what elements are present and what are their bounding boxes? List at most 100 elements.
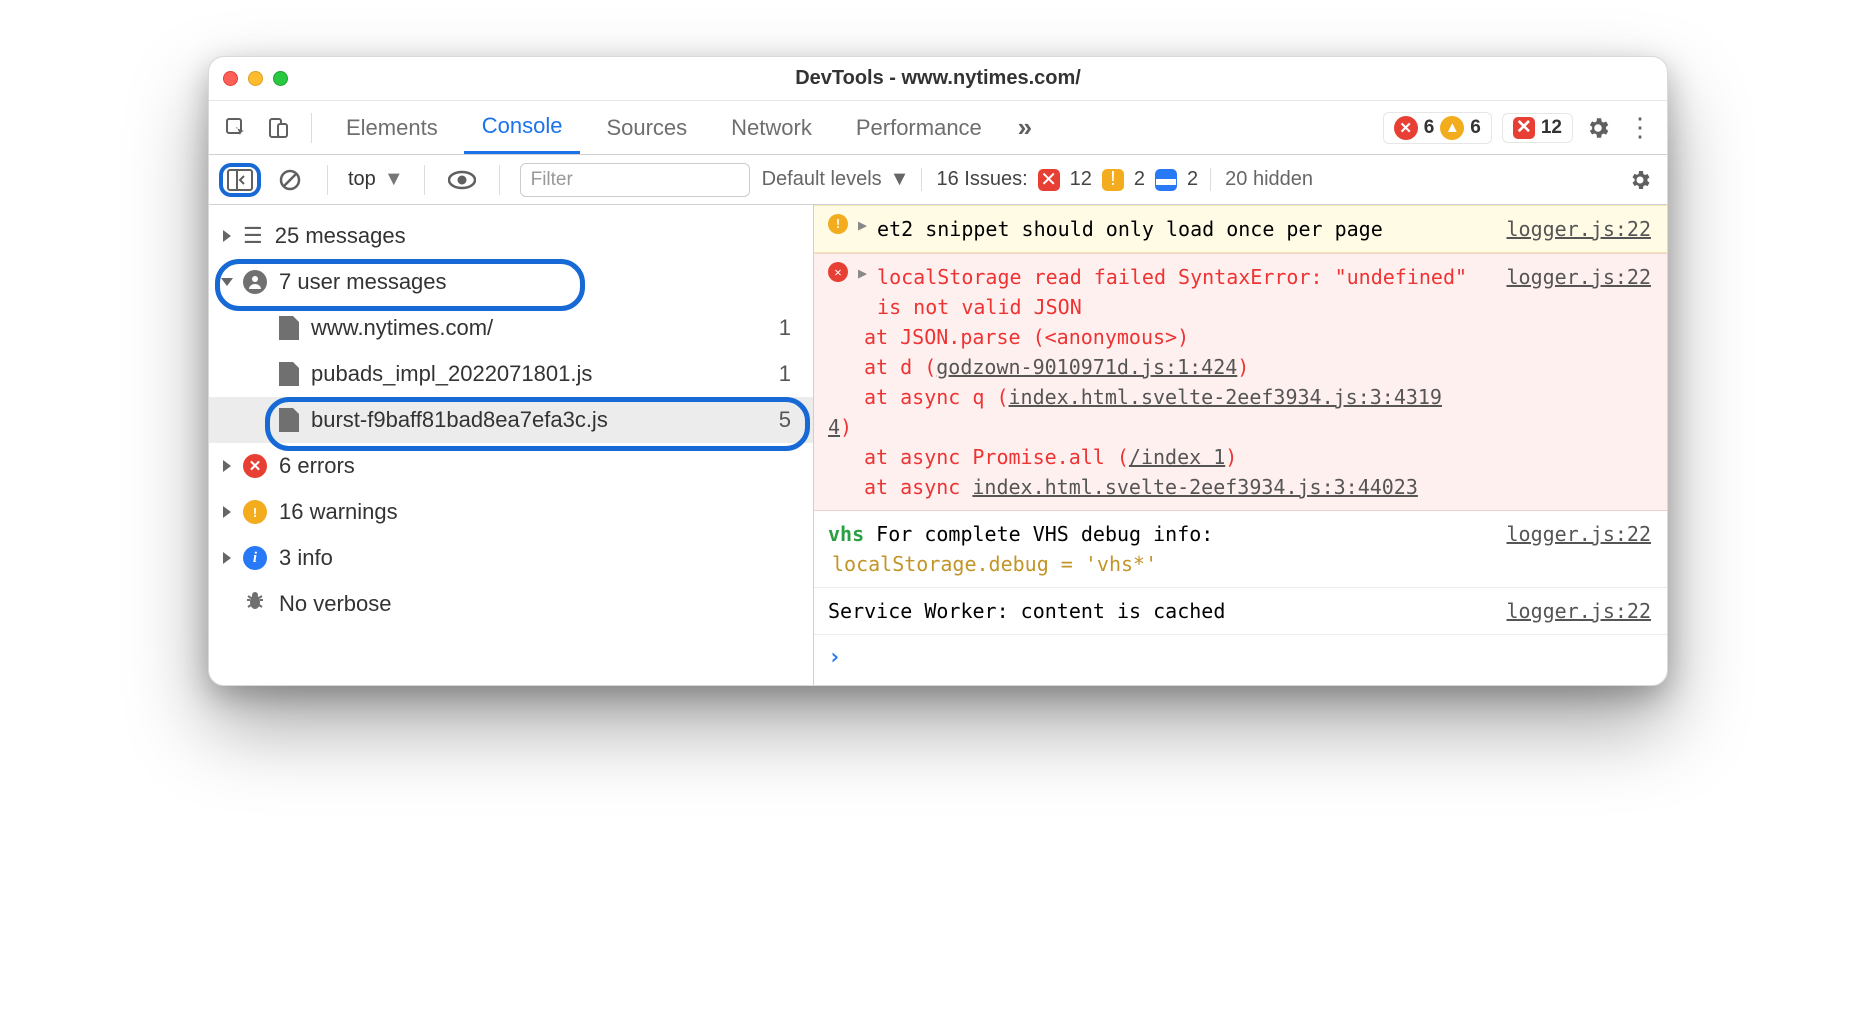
sidebar-user-messages[interactable]: 7 user messages — [209, 259, 813, 305]
expand-icon[interactable]: ▶ — [858, 214, 867, 244]
log-levels-selector[interactable]: Default levels ▼ — [762, 168, 910, 191]
issue-error-count: 12 — [1070, 168, 1092, 191]
source-link[interactable]: logger.js:22 — [1507, 519, 1652, 549]
user-messages-label: 7 user messages — [279, 269, 447, 295]
file-name: burst-f9baff81bad8ea7efa3c.js — [311, 407, 608, 433]
warning-count: 6 — [1470, 117, 1481, 139]
log-entry-warning[interactable]: ! ▶ et2 snippet should only load once pe… — [814, 205, 1667, 253]
hidden-messages[interactable]: 20 hidden — [1210, 168, 1313, 191]
sidebar-messages[interactable]: ☰ 25 messages — [209, 213, 813, 259]
kebab-menu-icon[interactable]: ⋮ — [1623, 111, 1657, 145]
verbose-label: No verbose — [279, 591, 392, 617]
console-toolbar: top ▼ Filter Default levels ▼ 16 Issues:… — [209, 155, 1667, 205]
stack-line: at d (godzown-9010971d.js:1:424) — [864, 352, 1653, 382]
context-selector[interactable]: top ▼ — [348, 168, 404, 191]
caret-icon — [223, 552, 231, 564]
sidebar-info[interactable]: i 3 info — [209, 535, 813, 581]
tab-sources[interactable]: Sources — [588, 101, 705, 154]
sidebar-verbose[interactable]: No verbose — [209, 581, 813, 627]
warning-icon: ▲ — [1440, 116, 1464, 140]
source-link[interactable]: logger.js:22 — [1507, 262, 1652, 292]
bug-icon — [243, 589, 267, 619]
source-link[interactable]: index.html.svelte-2eef3934.js:3:44023 — [972, 475, 1418, 499]
sidebar-warnings[interactable]: ! 16 warnings — [209, 489, 813, 535]
expand-icon[interactable]: ▶ — [858, 262, 867, 322]
console-prompt[interactable]: › — [814, 635, 1667, 680]
stack-line: at async index.html.svelte-2eef3934.js:3… — [864, 472, 1653, 502]
file-icon — [279, 316, 299, 340]
main-tab-bar: Elements Console Sources Network Perform… — [209, 101, 1667, 155]
source-link[interactable]: 4 — [828, 415, 840, 439]
file-icon — [279, 408, 299, 432]
log-message: For complete VHS debug info: — [876, 522, 1213, 546]
file-count: 1 — [779, 361, 799, 387]
tab-network[interactable]: Network — [713, 101, 830, 154]
source-link[interactable]: godzown-9010971d.js:1:424 — [936, 355, 1237, 379]
zoom-window-button[interactable] — [273, 71, 288, 86]
errors-warnings-badge[interactable]: ✕6 ▲6 — [1383, 112, 1492, 144]
error-count: 6 — [1424, 117, 1435, 139]
device-toolbar-icon[interactable] — [261, 111, 295, 145]
inspect-element-icon[interactable] — [219, 111, 253, 145]
console-settings-icon[interactable] — [1623, 163, 1657, 197]
clear-console-icon[interactable] — [273, 163, 307, 197]
window-title: DevTools - www.nytimes.com/ — [209, 67, 1667, 90]
file-name: pubads_impl_2022071801.js — [311, 361, 592, 387]
divider — [424, 165, 425, 195]
warning-icon: ! — [828, 214, 848, 234]
tab-performance[interactable]: Performance — [838, 101, 1000, 154]
messages-label: 25 messages — [275, 223, 406, 249]
caret-icon — [223, 460, 231, 472]
info-icon: i — [243, 546, 267, 570]
extension-errors-badge[interactable]: ✕ 12 — [1502, 113, 1573, 143]
log-entry-sw[interactable]: Service Worker: content is cached logger… — [814, 588, 1667, 635]
log-entry-error[interactable]: logger.js:22 ✕ ▶ localStorage read faile… — [814, 253, 1667, 511]
console-log: ! ▶ et2 snippet should only load once pe… — [814, 205, 1667, 685]
issues-summary[interactable]: 16 Issues: ✕12 !2 ▬2 — [921, 168, 1198, 191]
info-label: 3 info — [279, 545, 333, 571]
sidebar-file-0[interactable]: www.nytimes.com/ 1 — [209, 305, 813, 351]
sidebar-file-2[interactable]: burst-f9baff81bad8ea7efa3c.js 5 — [209, 397, 813, 443]
warning-icon: ! — [243, 500, 267, 524]
hidden-count: 20 hidden — [1225, 168, 1313, 191]
file-name: www.nytimes.com/ — [311, 315, 493, 341]
sidebar-errors[interactable]: ✕ 6 errors — [209, 443, 813, 489]
chevron-down-icon: ▼ — [384, 168, 404, 191]
console-body: ☰ 25 messages 7 user messages www.nytime… — [209, 205, 1667, 685]
tab-elements[interactable]: Elements — [328, 101, 456, 154]
chevron-down-icon: ▼ — [890, 168, 910, 191]
context-label: top — [348, 168, 376, 191]
more-tabs-icon[interactable]: » — [1008, 111, 1042, 145]
source-link[interactable]: index.html.svelte-2eef3934.js:3:4319 — [1009, 385, 1442, 409]
source-link[interactable]: logger.js:22 — [1507, 214, 1652, 244]
stack-line: at async q (index.html.svelte-2eef3934.j… — [864, 382, 1653, 412]
issues-label: 16 Issues: — [936, 168, 1027, 191]
filter-input[interactable]: Filter — [520, 163, 750, 197]
ext-error-count: 12 — [1541, 117, 1562, 139]
titlebar: DevTools - www.nytimes.com/ — [209, 57, 1667, 101]
toggle-sidebar-button[interactable] — [219, 163, 261, 197]
error-icon: ✕ — [828, 262, 848, 282]
divider — [499, 165, 500, 195]
error-icon: ✕ — [1394, 116, 1418, 140]
levels-label: Default levels — [762, 168, 882, 191]
source-link[interactable]: /index 1 — [1129, 445, 1225, 469]
file-count: 1 — [779, 315, 799, 341]
divider — [327, 165, 328, 195]
issue-info-icon: ▬ — [1155, 169, 1177, 191]
create-live-expression-icon[interactable] — [445, 163, 479, 197]
tab-console[interactable]: Console — [464, 101, 581, 154]
settings-icon[interactable] — [1581, 111, 1615, 145]
issue-info-count: 2 — [1187, 168, 1198, 191]
sidebar-file-1[interactable]: pubads_impl_2022071801.js 1 — [209, 351, 813, 397]
devtools-window: DevTools - www.nytimes.com/ Elements Con… — [208, 56, 1668, 686]
minimize-window-button[interactable] — [248, 71, 263, 86]
error-icon: ✕ — [243, 454, 267, 478]
source-link[interactable]: logger.js:22 — [1507, 596, 1652, 626]
ext-error-icon: ✕ — [1513, 117, 1535, 139]
status-badges: ✕6 ▲6 ✕12 — [1383, 112, 1573, 144]
log-entry-vhs[interactable]: logger.js:22 vhs For complete VHS debug … — [814, 511, 1667, 588]
caret-icon — [223, 506, 231, 518]
close-window-button[interactable] — [223, 71, 238, 86]
caret-icon — [223, 230, 231, 242]
